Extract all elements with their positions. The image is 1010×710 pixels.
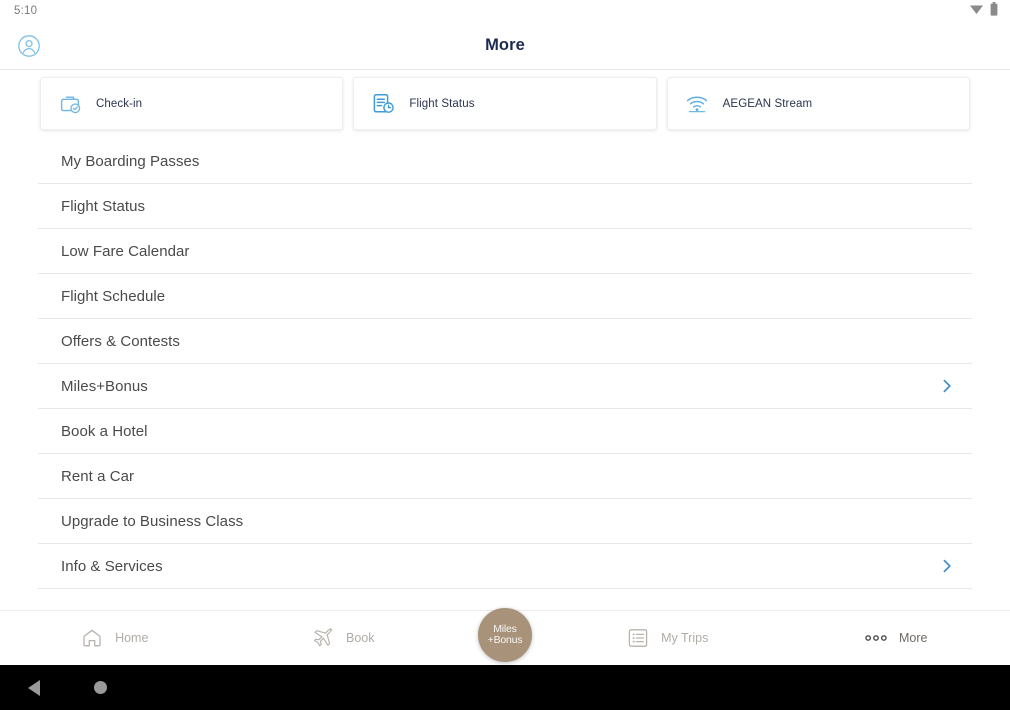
list-item-label: Offers & Contests bbox=[61, 332, 180, 350]
account-circle-icon[interactable] bbox=[16, 33, 42, 59]
nav-item-label: Home bbox=[115, 631, 149, 645]
status-bar: 5:10 bbox=[0, 0, 1010, 22]
list-item[interactable]: Miles+Bonus bbox=[38, 364, 972, 409]
list-item-label: Low Fare Calendar bbox=[61, 242, 190, 260]
wifi-icon bbox=[969, 2, 984, 20]
quick-action-aegean-stream[interactable]: AEGEAN Stream bbox=[666, 77, 970, 130]
nav-item-label: My Trips bbox=[661, 631, 709, 645]
app-header: More bbox=[0, 22, 1010, 70]
suitcase-check-icon bbox=[58, 92, 82, 116]
list-item-label: Flight Status bbox=[61, 197, 146, 215]
list-item[interactable]: Upgrade to Business Class bbox=[38, 499, 972, 544]
miles-bonus-fab[interactable]: Miles +Bonus bbox=[478, 608, 532, 662]
quick-action-label: Check-in bbox=[96, 97, 143, 110]
list-item[interactable]: Flight Schedule bbox=[38, 274, 972, 319]
nav-item-home[interactable]: Home bbox=[0, 611, 229, 665]
nav-item-more[interactable]: More bbox=[782, 611, 1010, 665]
miles-bonus-badge: Miles +Bonus bbox=[488, 624, 523, 646]
list-item-label: Rent a Car bbox=[61, 467, 135, 485]
nav-item-my-trips[interactable]: My Trips bbox=[553, 611, 782, 665]
app-root: 5:10 More Check-in Flight Status AEGEAN … bbox=[0, 0, 1010, 710]
page-title: More bbox=[485, 36, 525, 54]
more-menu-list: My Boarding Passes Flight Status Low Far… bbox=[0, 139, 1010, 617]
list-item-label: Book a Hotel bbox=[61, 422, 148, 440]
list-item[interactable]: Low Fare Calendar bbox=[38, 229, 972, 274]
document-clock-icon bbox=[371, 92, 395, 116]
list-item[interactable]: Flight Status bbox=[38, 184, 972, 229]
ellipsis-icon bbox=[864, 626, 888, 650]
list-item-label: Flight Schedule bbox=[61, 287, 166, 305]
list-item[interactable]: Rent a Car bbox=[38, 454, 972, 499]
list-item[interactable]: My Boarding Passes bbox=[38, 139, 972, 184]
home-icon bbox=[80, 626, 104, 650]
status-indicators bbox=[969, 1, 998, 21]
quick-action-flight-status[interactable]: Flight Status bbox=[353, 77, 657, 130]
list-item-label: Miles+Bonus bbox=[61, 377, 148, 395]
list-item[interactable]: Book a Hotel bbox=[38, 409, 972, 454]
back-triangle-icon[interactable] bbox=[22, 676, 46, 700]
list-item[interactable]: Info & Services bbox=[38, 544, 972, 589]
quick-action-label: Flight Status bbox=[409, 97, 475, 110]
list-icon bbox=[626, 626, 650, 650]
nav-item-book[interactable]: Book bbox=[229, 611, 458, 665]
airplane-icon bbox=[311, 626, 335, 650]
wifi-stream-icon bbox=[685, 92, 709, 116]
chevron-right-icon bbox=[938, 377, 956, 395]
nav-item-label: Book bbox=[346, 631, 375, 645]
list-item-label: Upgrade to Business Class bbox=[61, 512, 244, 530]
list-item[interactable]: Offers & Contests bbox=[38, 319, 972, 364]
status-time: 5:10 bbox=[14, 5, 38, 17]
quick-actions-row: Check-in Flight Status AEGEAN Stream bbox=[0, 70, 1010, 139]
android-system-nav bbox=[0, 665, 1010, 710]
quick-action-check-in[interactable]: Check-in bbox=[40, 77, 344, 130]
nav-item-label: More bbox=[899, 631, 928, 645]
battery-icon bbox=[990, 1, 998, 21]
list-item-label: My Boarding Passes bbox=[61, 152, 200, 170]
fab-line-2: +Bonus bbox=[487, 634, 523, 646]
quick-action-label: AEGEAN Stream bbox=[722, 97, 813, 110]
home-circle-icon[interactable] bbox=[88, 676, 112, 700]
list-item-label: Info & Services bbox=[61, 557, 163, 575]
chevron-right-icon bbox=[938, 557, 956, 575]
